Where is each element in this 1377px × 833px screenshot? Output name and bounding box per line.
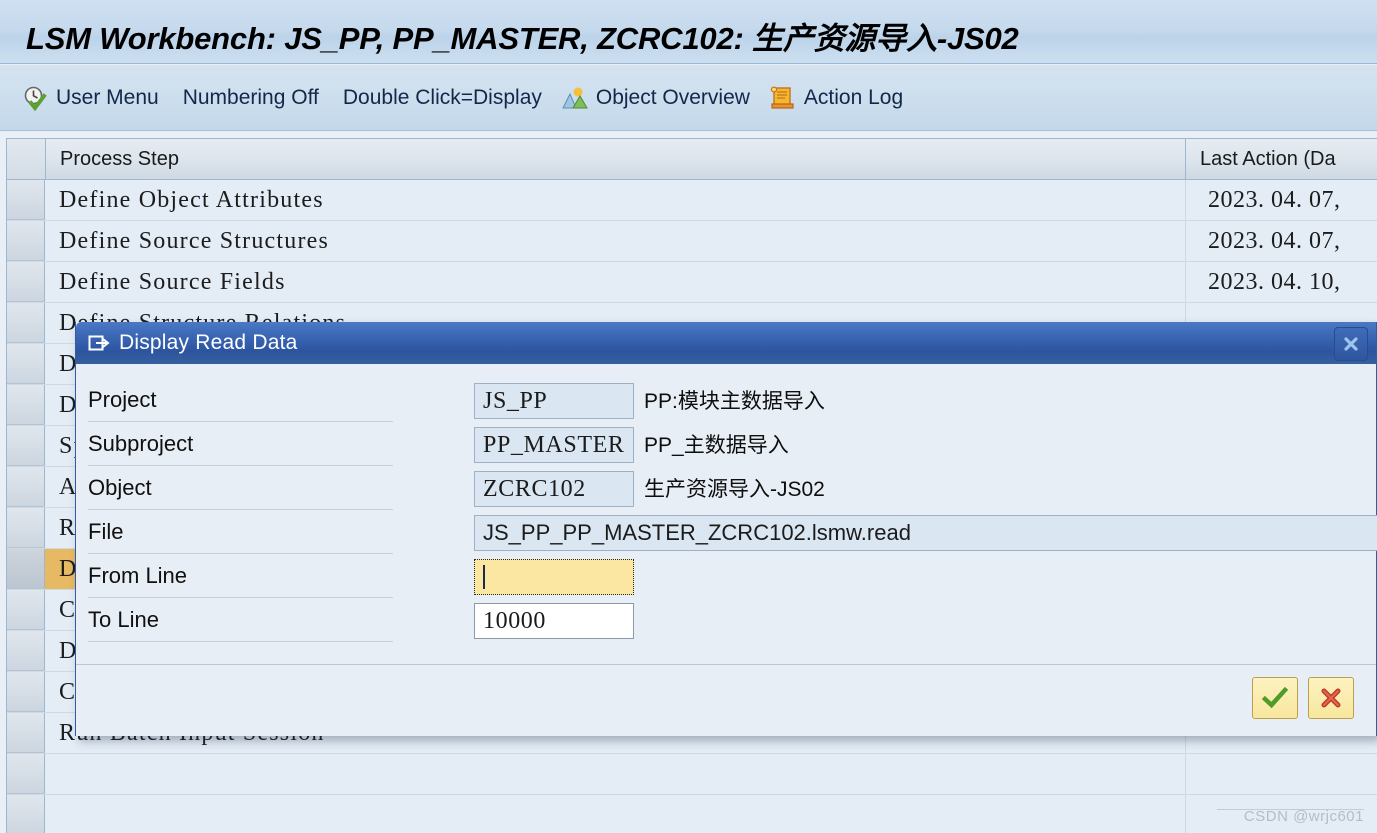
form-row: From Line bbox=[76, 554, 1376, 598]
clock-check-icon bbox=[22, 85, 48, 111]
toolbar-item-label: Double Click=Display bbox=[342, 85, 542, 109]
red-x-icon bbox=[1321, 688, 1341, 708]
field-label: File bbox=[88, 510, 393, 554]
field-control-wrap: JS_PP bbox=[474, 383, 634, 419]
from-line-input[interactable] bbox=[474, 559, 634, 595]
confirm-button[interactable] bbox=[1252, 677, 1298, 719]
form-row: Object ZCRC102 生产资源导入-JS02 bbox=[76, 466, 1376, 510]
to-line-input[interactable]: 10000 bbox=[474, 603, 634, 639]
process-step-cell: Define Object Attributes bbox=[45, 180, 1186, 220]
project-value: JS_PP bbox=[483, 387, 548, 414]
dialog-body: Project JS_PP PP:模块主数据导入 Subproject PP_MASTE… bbox=[76, 364, 1377, 736]
column-header-process-step[interactable]: Process Step bbox=[46, 139, 1186, 179]
row-selector[interactable] bbox=[7, 262, 45, 302]
field-control-wrap: PP_MASTER bbox=[474, 427, 634, 463]
form-row: File JS_PP_PP_MASTER_ZCRC102.lsmw.read bbox=[76, 510, 1377, 554]
toolbar-item-object-overview[interactable]: Object Overview bbox=[554, 78, 762, 118]
scroll-icon bbox=[770, 85, 796, 111]
row-selector[interactable] bbox=[7, 795, 45, 833]
window-title-bar: LSM Workbench: JS_PP, PP_MASTER, ZCRC102… bbox=[0, 0, 1377, 64]
process-step-cell: Define Source Fields bbox=[45, 262, 1186, 302]
row-selector[interactable] bbox=[7, 467, 45, 507]
table-header-row: Process Step Last Action (Da bbox=[7, 139, 1377, 180]
field-control-wrap bbox=[474, 559, 634, 595]
toolbar-item-label: User Menu bbox=[56, 85, 159, 109]
file-input: JS_PP_PP_MASTER_ZCRC102.lsmw.read bbox=[474, 515, 1377, 551]
row-selector[interactable] bbox=[7, 713, 45, 753]
file-value: JS_PP_PP_MASTER_ZCRC102.lsmw.read bbox=[483, 520, 911, 545]
select-all-corner[interactable] bbox=[7, 139, 46, 179]
row-selector[interactable] bbox=[7, 631, 45, 671]
close-icon[interactable] bbox=[1334, 327, 1368, 361]
object-input: ZCRC102 bbox=[474, 471, 634, 507]
row-selector[interactable] bbox=[7, 549, 45, 589]
toolbar-item-label: Action Log bbox=[803, 85, 904, 109]
form-row: Subproject PP_MASTER PP_主数据导入 bbox=[76, 422, 1376, 466]
application-toolbar: User Menu Numbering Off Double Click=Displ… bbox=[0, 65, 1377, 131]
cancel-button[interactable] bbox=[1308, 677, 1354, 719]
project-input: JS_PP bbox=[474, 383, 634, 419]
last-action-cell: 2023. 04. 07, bbox=[1208, 227, 1341, 254]
table-row[interactable]: Define Source Structures 2023. 04. 07, bbox=[7, 221, 1377, 262]
project-description: PP:模块主数据导入 bbox=[644, 390, 825, 413]
field-label: Object bbox=[88, 466, 393, 510]
table-row[interactable] bbox=[7, 795, 1377, 833]
row-selector[interactable] bbox=[7, 426, 45, 466]
page-title: LSM Workbench: JS_PP, PP_MASTER, ZCRC102… bbox=[26, 21, 1019, 56]
row-selector[interactable] bbox=[7, 508, 45, 548]
row-selector[interactable] bbox=[7, 344, 45, 384]
row-selector[interactable] bbox=[7, 590, 45, 630]
field-control-wrap: ZCRC102 bbox=[474, 471, 634, 507]
export-window-icon bbox=[88, 332, 110, 354]
last-action-cell bbox=[1186, 754, 1377, 794]
row-selector[interactable] bbox=[7, 180, 45, 220]
toolbar-item-double-click-display[interactable]: Double Click=Display bbox=[331, 78, 554, 118]
toolbar-item-label: Object Overview bbox=[595, 85, 750, 109]
subproject-input: PP_MASTER bbox=[474, 427, 634, 463]
landscape-icon bbox=[562, 85, 588, 111]
row-selector[interactable] bbox=[7, 672, 45, 712]
field-control-wrap: JS_PP_PP_MASTER_ZCRC102.lsmw.read bbox=[474, 515, 1377, 551]
field-label: Subproject bbox=[88, 422, 393, 466]
field-label: From Line bbox=[88, 554, 393, 598]
form-row: To Line 10000 bbox=[76, 598, 1376, 642]
object-value: ZCRC102 bbox=[483, 475, 586, 502]
last-action-cell: 2023. 04. 10, bbox=[1208, 268, 1341, 295]
object-description: 生产资源导入-JS02 bbox=[644, 478, 825, 501]
field-label: Project bbox=[88, 378, 393, 422]
subproject-description: PP_主数据导入 bbox=[644, 434, 789, 457]
process-step-cell bbox=[45, 754, 1186, 794]
table-row[interactable]: Define Object Attributes 2023. 04. 07, bbox=[7, 180, 1377, 221]
form-row: Project JS_PP PP:模块主数据导入 bbox=[76, 378, 1376, 422]
dialog-title-bar[interactable]: Display Read Data bbox=[76, 322, 1376, 364]
row-selector[interactable] bbox=[7, 754, 45, 794]
watermark-line bbox=[1217, 809, 1364, 810]
table-row[interactable] bbox=[7, 754, 1377, 795]
field-control-wrap: 10000 bbox=[474, 603, 634, 639]
watermark: CSDN @wrjc601 bbox=[1217, 808, 1364, 825]
dialog-title: Display Read Data bbox=[119, 331, 298, 354]
green-check-icon bbox=[1262, 686, 1288, 709]
subproject-value: PP_MASTER bbox=[483, 431, 625, 458]
toolbar-item-label: Numbering Off bbox=[182, 85, 319, 109]
process-step-cell: Define Source Structures bbox=[45, 221, 1186, 261]
toolbar-item-user-menu[interactable]: User Menu bbox=[14, 78, 171, 118]
last-action-cell: 2023. 04. 07, bbox=[1208, 186, 1341, 213]
row-selector[interactable] bbox=[7, 221, 45, 261]
row-selector[interactable] bbox=[7, 303, 45, 343]
toolbar-item-numbering-off[interactable]: Numbering Off bbox=[171, 78, 331, 118]
sap-gui-window: LSM Workbench: JS_PP, PP_MASTER, ZCRC102… bbox=[0, 0, 1377, 833]
field-label: To Line bbox=[88, 598, 393, 642]
watermark-text: CSDN @wrjc601 bbox=[1243, 808, 1364, 825]
table-row[interactable]: Define Source Fields 2023. 04. 10, bbox=[7, 262, 1377, 303]
column-header-last-action[interactable]: Last Action (Da bbox=[1186, 139, 1377, 179]
process-step-cell bbox=[45, 795, 1186, 833]
dialog-footer bbox=[76, 664, 1376, 736]
row-selector[interactable] bbox=[7, 385, 45, 425]
to-line-value: 10000 bbox=[483, 607, 546, 634]
display-read-data-dialog: Display Read Data Project JS_PP PP:模块主数据导入… bbox=[75, 322, 1377, 736]
toolbar-item-action-log[interactable]: Action Log bbox=[762, 78, 915, 118]
text-caret bbox=[483, 565, 485, 589]
